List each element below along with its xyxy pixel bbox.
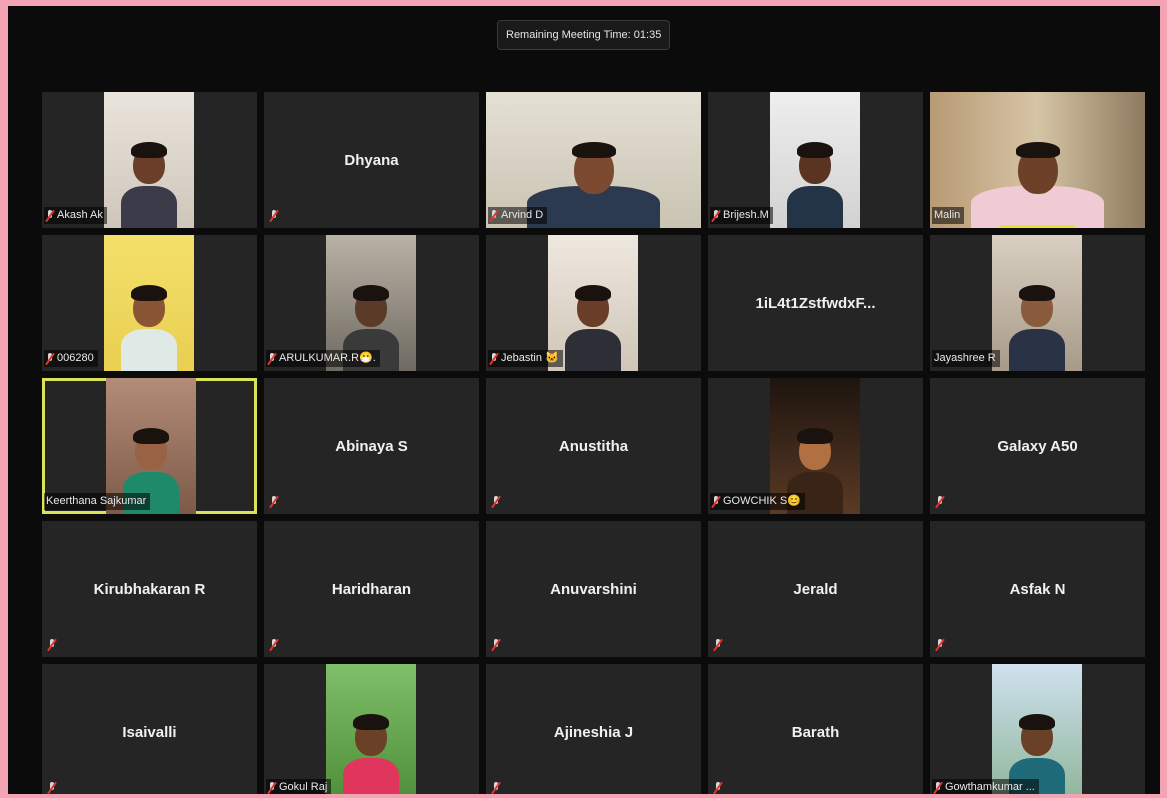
gallery-grid: Akash Ak Dhyana Arvind D Brijesh.M Malin 0062… <box>42 92 1146 794</box>
participant-name: Malin <box>934 209 961 221</box>
mic-muted-icon <box>714 782 722 794</box>
participant-name: Arvind D <box>501 209 544 221</box>
mic-muted-icon <box>490 352 498 365</box>
participant-name-tag: ARULKUMAR.R😷. <box>266 350 380 367</box>
participant-name-tag: Gowthamkumar ... <box>932 779 1039 794</box>
participant-name: Brijesh.M <box>723 209 769 221</box>
participant-name: Anuvarshini <box>550 580 637 598</box>
participant-tile[interactable]: Kirubhakaran R <box>42 521 257 657</box>
mic-muted-icon <box>936 639 944 651</box>
mic-muted-icon <box>714 639 722 651</box>
participant-tile[interactable]: 1iL4t1ZstfwdxF... <box>708 235 923 371</box>
participant-tile[interactable]: Jayashree R <box>930 235 1145 371</box>
participant-name: Barath <box>791 723 840 741</box>
participant-tile[interactable]: Abinaya S <box>264 378 479 514</box>
participant-name: Galaxy A50 <box>997 437 1078 455</box>
mic-muted-icon <box>712 495 720 508</box>
participant-tile[interactable]: Arvind D <box>486 92 701 228</box>
participant-name: Dhyana <box>344 151 399 169</box>
participant-tile[interactable]: Anustitha <box>486 378 701 514</box>
participant-tile[interactable]: ARULKUMAR.R😷. <box>264 235 479 371</box>
participant-name: Isaivalli <box>122 723 177 741</box>
mic-muted-icon <box>492 496 500 508</box>
participant-tile[interactable]: Gowthamkumar ... <box>930 664 1145 794</box>
mic-muted-icon <box>490 209 498 222</box>
participant-name: Haridharan <box>331 580 412 598</box>
mic-muted-icon <box>46 209 54 222</box>
mic-muted-icon <box>268 352 276 365</box>
participant-tile[interactable]: Keerthana Sajkumar <box>42 378 257 514</box>
participant-name: Gokul Raj <box>279 781 328 793</box>
participant-tile[interactable]: Malin <box>930 92 1145 228</box>
participant-tile[interactable]: Ajineshia J <box>486 664 701 794</box>
participant-tile[interactable]: 006280 <box>42 235 257 371</box>
mic-muted-icon <box>270 496 278 508</box>
meeting-window: Remaining Meeting Time: 01:35 Akash Ak Dh… <box>8 6 1160 794</box>
participant-name-tag: Keerthana Sajkumar <box>44 493 151 510</box>
mic-muted-icon <box>934 781 942 794</box>
participant-name-tag: Malin <box>932 207 965 224</box>
speaking-indicator <box>1000 225 1075 228</box>
participant-video <box>104 92 194 228</box>
participant-name-tag: 006280 <box>44 350 98 367</box>
participant-name: Anustitha <box>558 437 629 455</box>
participant-name-tag: Akash Ak <box>44 207 107 224</box>
participant-name: Kirubhakaran R <box>93 580 206 598</box>
participant-tile[interactable]: Brijesh.M <box>708 92 923 228</box>
participant-name: Gowthamkumar ... <box>945 781 1035 793</box>
participant-name: Akash Ak <box>57 209 103 221</box>
participant-name: Jerald <box>793 580 838 598</box>
remaining-meeting-time: Remaining Meeting Time: 01:35 <box>497 20 671 50</box>
participant-tile[interactable]: Anuvarshini <box>486 521 701 657</box>
participant-tile[interactable]: Akash Ak <box>42 92 257 228</box>
participant-name-tag: GOWCHIK S😊 <box>710 493 805 510</box>
mic-muted-icon <box>46 352 54 365</box>
participant-video <box>326 664 416 794</box>
participant-tile[interactable]: Jerald <box>708 521 923 657</box>
participant-tile[interactable]: Haridharan <box>264 521 479 657</box>
participant-tile[interactable]: Gokul Raj <box>264 664 479 794</box>
mic-muted-icon <box>492 782 500 794</box>
participant-name-tag: Jebastin 🐱 <box>488 350 563 367</box>
participant-name: Asfak N <box>1009 580 1066 598</box>
participant-tile[interactable]: Barath <box>708 664 923 794</box>
participant-video <box>992 664 1082 794</box>
participant-tile[interactable]: Asfak N <box>930 521 1145 657</box>
participant-tile[interactable]: Dhyana <box>264 92 479 228</box>
mic-muted-icon <box>936 496 944 508</box>
participant-name: 1iL4t1ZstfwdxF... <box>755 294 876 312</box>
participant-name-tag: Gokul Raj <box>266 779 332 794</box>
participant-tile[interactable]: GOWCHIK S😊 <box>708 378 923 514</box>
participant-name-tag: Arvind D <box>488 207 548 224</box>
participant-name: Keerthana Sajkumar <box>46 495 147 507</box>
participant-name: GOWCHIK S😊 <box>723 495 801 507</box>
mic-muted-icon <box>270 639 278 651</box>
participant-name: Abinaya S <box>335 437 408 455</box>
participant-video <box>104 235 194 371</box>
participant-video <box>770 92 860 228</box>
participant-tile[interactable]: Jebastin 🐱 <box>486 235 701 371</box>
participant-name: Jebastin 🐱 <box>501 352 559 364</box>
participant-name: 006280 <box>57 352 94 364</box>
mic-muted-icon <box>268 781 276 794</box>
participant-name: ARULKUMAR.R😷. <box>279 352 376 364</box>
participant-name: Jayashree R <box>934 352 996 364</box>
participant-tile[interactable]: Isaivalli <box>42 664 257 794</box>
participant-name: Ajineshia J <box>553 723 634 741</box>
participant-video <box>992 235 1082 371</box>
mic-muted-icon <box>48 782 56 794</box>
mic-muted-icon <box>712 209 720 222</box>
mic-muted-icon <box>48 639 56 651</box>
participant-name-tag: Jayashree R <box>932 350 1000 367</box>
mic-muted-icon <box>270 210 278 222</box>
participant-name-tag: Brijesh.M <box>710 207 773 224</box>
participant-tile[interactable]: Galaxy A50 <box>930 378 1145 514</box>
mic-muted-icon <box>492 639 500 651</box>
